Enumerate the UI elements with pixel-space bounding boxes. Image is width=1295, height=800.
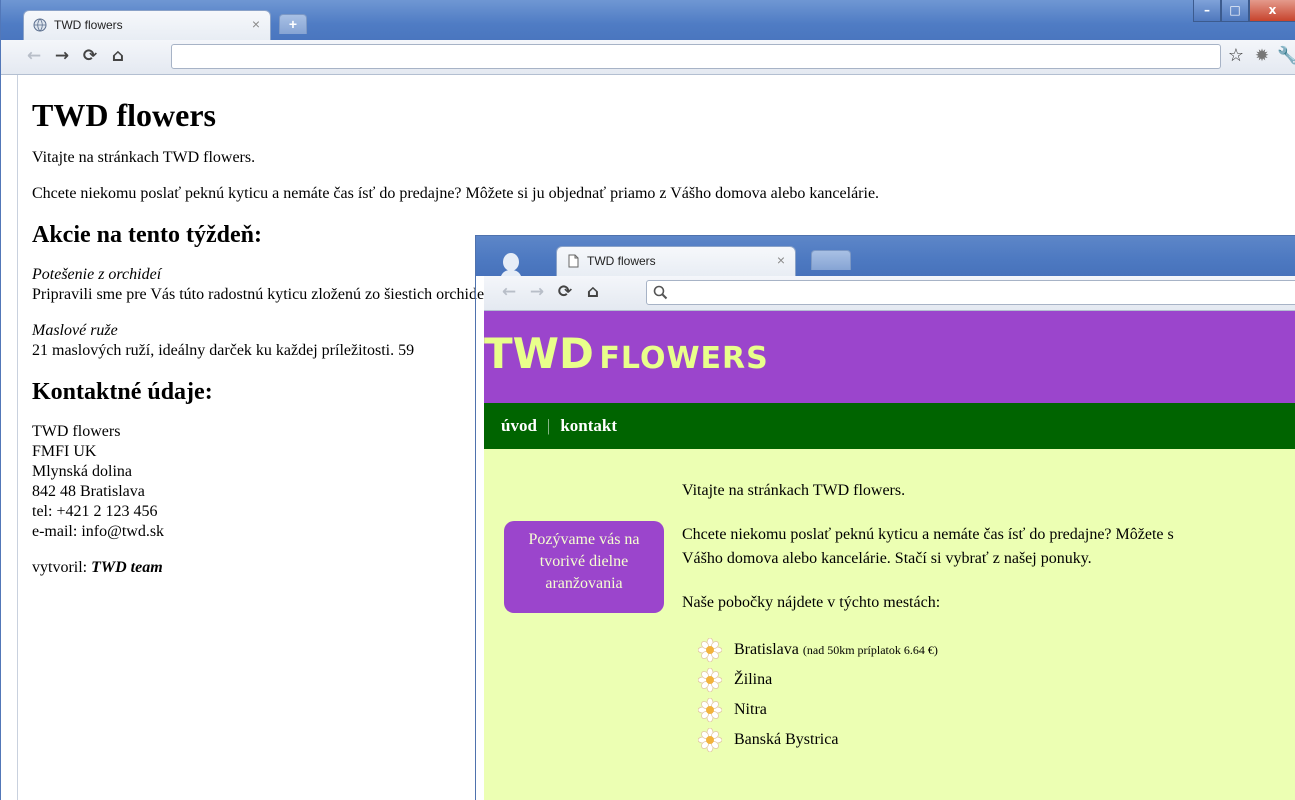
- tab-title: TWD flowers: [54, 18, 123, 32]
- branch-name: Banská Bystrica: [734, 731, 839, 748]
- new-tab-button[interactable]: [811, 250, 851, 270]
- close-tab-icon[interactable]: ×: [252, 16, 260, 32]
- page-icon: [568, 254, 579, 268]
- star-icon[interactable]: ☆: [1225, 45, 1247, 67]
- workshop-promo-box[interactable]: Pozývame vás na tvorivé dielne aranžovan…: [504, 521, 664, 613]
- menu-item-contact[interactable]: kontakt: [560, 416, 617, 435]
- list-item: Žilina: [698, 665, 1295, 695]
- paragraph-line: Vášho domova alebo kancelárie. Stačí si …: [682, 550, 1092, 567]
- browser-window-styled: TWD flowers × ← → ⟳ ⌂ TWD FLOWERS úvod | k…: [475, 235, 1295, 800]
- globe-icon: [33, 18, 47, 32]
- close-tab-icon[interactable]: ×: [777, 252, 785, 268]
- logo-main: TWD: [484, 329, 594, 378]
- intro-text: Vitajte na stránkach TWD flowers.: [32, 149, 256, 166]
- title-bar: TWD flowers × + – □ x: [1, 0, 1295, 40]
- daisy-icon: [698, 728, 722, 752]
- wrench-icon[interactable]: 🔧: [1277, 45, 1295, 67]
- daisy-icon: [698, 668, 722, 692]
- back-icon[interactable]: ←: [23, 45, 45, 67]
- list-item: Bratislava (nad 50km príplatok 6.64 €): [698, 635, 1295, 665]
- address-bar[interactable]: [171, 44, 1221, 69]
- toolbar: ← → ⟳ ⌂: [484, 276, 1295, 311]
- branches-intro: Naše pobočky nájdete v týchto mestách:: [682, 594, 941, 611]
- author-label: vytvoril:: [32, 559, 92, 576]
- page-title: TWD flowers: [32, 97, 216, 133]
- title-bar: TWD flowers ×: [476, 236, 1295, 280]
- address-bar[interactable]: [646, 280, 1295, 305]
- site-logo[interactable]: TWD FLOWERS: [484, 329, 769, 378]
- branches-list: Bratislava (nad 50km príplatok 6.64 €) Ž…: [682, 635, 1295, 755]
- intro-text: Vitajte na stránkach TWD flowers.: [682, 482, 906, 499]
- search-icon: [653, 285, 668, 300]
- branch-name: Nitra: [734, 701, 767, 718]
- paragraph-line: Chcete niekomu poslať peknú kyticu a nem…: [682, 526, 1174, 543]
- back-icon[interactable]: ←: [498, 281, 520, 303]
- home-icon[interactable]: ⌂: [582, 281, 604, 303]
- site-header: TWD FLOWERS: [484, 311, 1295, 403]
- forward-icon[interactable]: →: [51, 45, 73, 67]
- daisy-icon: [698, 638, 722, 662]
- new-tab-button[interactable]: +: [279, 14, 307, 34]
- intro-paragraph: Chcete niekomu poslať peknú kyticu a nem…: [682, 523, 1295, 571]
- list-item: Nitra: [698, 695, 1295, 725]
- reload-icon[interactable]: ⟳: [554, 281, 576, 303]
- main-menu: úvod | kontakt: [484, 403, 1295, 449]
- branch-name: Bratislava: [734, 641, 799, 658]
- menu-separator: |: [546, 416, 551, 435]
- page-viewport: TWD FLOWERS úvod | kontakt Pozývame vás na…: [484, 311, 1295, 800]
- main-content: Vitajte na stránkach TWD flowers. Chcete…: [682, 479, 1295, 755]
- extension-icon[interactable]: ✹: [1251, 45, 1273, 67]
- daisy-icon: [698, 698, 722, 722]
- toolbar: ← → ⟳ ⌂ ☆ ✹ 🔧: [1, 40, 1295, 75]
- tab-title: TWD flowers: [587, 254, 656, 268]
- branch-name: Žilina: [734, 671, 773, 688]
- logo-sub: FLOWERS: [599, 341, 769, 376]
- minimize-button[interactable]: –: [1193, 0, 1221, 22]
- maximize-button[interactable]: □: [1221, 0, 1249, 22]
- close-window-button[interactable]: x: [1249, 0, 1295, 22]
- menu-item-home[interactable]: úvod: [501, 416, 537, 435]
- forward-icon[interactable]: →: [526, 281, 548, 303]
- reload-icon[interactable]: ⟳: [79, 45, 101, 67]
- tab-twd-flowers[interactable]: TWD flowers ×: [23, 10, 271, 40]
- branch-note: (nad 50km príplatok 6.64 €): [802, 643, 938, 657]
- home-icon[interactable]: ⌂: [107, 45, 129, 67]
- intro-paragraph: Chcete niekomu poslať peknú kyticu a nem…: [32, 185, 880, 202]
- tab-twd-flowers[interactable]: TWD flowers ×: [556, 246, 796, 276]
- list-item: Banská Bystrica: [698, 725, 1295, 755]
- author-name: TWD team: [91, 559, 163, 576]
